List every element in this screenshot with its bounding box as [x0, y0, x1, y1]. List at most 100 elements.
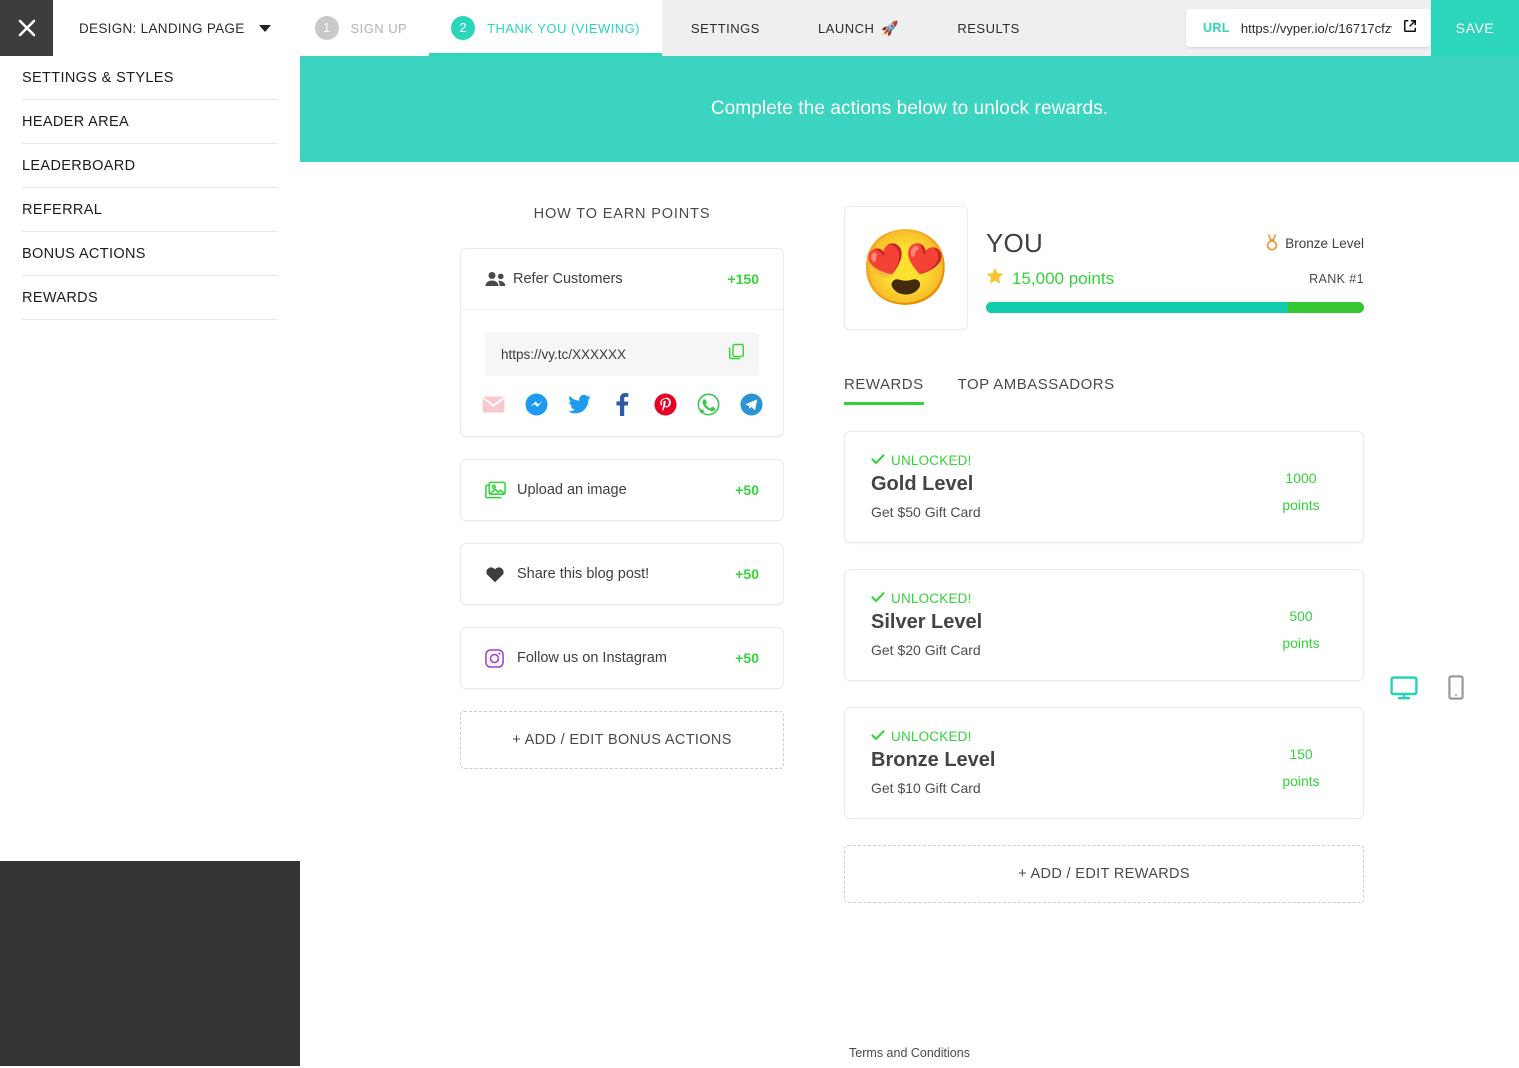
tab-settings-label: SETTINGS	[690, 20, 760, 36]
save-button[interactable]: SAVE	[1431, 0, 1519, 56]
terms-and-conditions-label: Terms and Conditions	[849, 1046, 970, 1060]
reward-points: 1000 points	[1265, 453, 1337, 518]
telegram-icon[interactable]	[739, 393, 763, 416]
sidebar-item-leaderboard[interactable]: LEADERBOARD	[22, 144, 278, 188]
bonus-action-upload-image[interactable]: Upload an image +50	[460, 459, 784, 521]
add-edit-bonus-actions-button[interactable]: + ADD / EDIT BONUS ACTIONS	[460, 711, 784, 769]
how-to-earn-points-title: HOW TO EARN POINTS	[533, 206, 711, 222]
tab-results[interactable]: RESULTS	[928, 0, 1049, 56]
check-icon	[871, 591, 885, 606]
sidebar-item-settings-styles[interactable]: SETTINGS & STYLES	[22, 56, 278, 100]
bonus-action-follow-instagram[interactable]: Follow us on Instagram +50	[460, 627, 784, 689]
people-icon	[485, 271, 513, 287]
facebook-icon[interactable]	[611, 393, 634, 416]
tab-launch[interactable]: LAUNCH 🚀	[789, 0, 928, 56]
step-number: 2	[451, 16, 476, 40]
email-icon[interactable]	[482, 393, 505, 416]
mobile-icon[interactable]	[1448, 675, 1464, 705]
sidebar-item-bonus-actions[interactable]: BONUS ACTIONS	[22, 232, 278, 276]
reward-points-value: 500	[1289, 608, 1313, 624]
whatsapp-icon[interactable]	[697, 393, 720, 416]
bonus-action-label: Share this blog post!	[517, 566, 650, 582]
reward-card-silver[interactable]: UNLOCKED! Silver Level Get $20 Gift Card…	[844, 569, 1364, 681]
profile-rank: RANK #1	[1309, 271, 1364, 286]
tab-rewards-label: REWARDS	[844, 376, 924, 393]
referral-link-field[interactable]: https://vy.tc/XXXXXX	[485, 332, 759, 376]
refer-customers-label: Refer Customers	[513, 271, 623, 287]
sidebar-item-rewards[interactable]: REWARDS	[22, 276, 278, 320]
step-thank-you[interactable]: 2 THANK YOU (VIEWING)	[429, 0, 662, 56]
campaign-url-field[interactable]: URL https://vyper.io/c/16717cfzw	[1186, 9, 1431, 47]
sidebar-item-referral[interactable]: REFERRAL	[22, 188, 278, 232]
external-link-icon[interactable]	[1403, 19, 1417, 38]
heart-icon	[485, 565, 517, 583]
rewards-column: 😍 YOU Bronze Level 15,000 points RANK #1…	[844, 206, 1364, 903]
reward-points-value: 1000	[1285, 470, 1317, 486]
reward-points-unit: points	[1282, 634, 1320, 651]
banner-text: Complete the actions below to unlock rew…	[710, 98, 1109, 119]
tab-top-ambassadors[interactable]: TOP AMBASSADORS	[958, 376, 1115, 405]
tab-results-label: RESULTS	[957, 20, 1020, 36]
reward-subtitle: Get $50 Gift Card	[871, 504, 981, 520]
instagram-icon	[485, 648, 517, 668]
pinterest-icon[interactable]	[653, 393, 677, 416]
refer-customers-points: +150	[727, 271, 759, 287]
design-page-selector[interactable]: DESIGN: LANDING PAGE	[53, 0, 293, 56]
profile-points-label: 15,000 points	[1012, 268, 1115, 288]
reward-status: UNLOCKED!	[871, 729, 1265, 744]
bonus-action-label: Follow us on Instagram	[517, 650, 667, 666]
reward-card-bronze[interactable]: UNLOCKED! Bronze Level Get $10 Gift Card…	[844, 707, 1364, 819]
bonus-action-points: +50	[735, 650, 759, 666]
close-button[interactable]	[0, 0, 53, 56]
tab-settings[interactable]: SETTINGS	[662, 0, 789, 56]
profile-level: Bronze Level	[1265, 233, 1364, 254]
twitter-icon[interactable]	[567, 393, 591, 416]
profile-name: YOU	[986, 228, 1043, 258]
sidebar-item-label: SETTINGS & STYLES	[22, 69, 174, 86]
terms-and-conditions-link[interactable]: Terms and Conditions	[300, 1046, 1519, 1060]
reward-status-label: UNLOCKED!	[891, 591, 972, 606]
tab-rewards[interactable]: REWARDS	[844, 376, 924, 405]
desktop-icon[interactable]	[1390, 675, 1418, 705]
sidebar: SETTINGS & STYLES HEADER AREA LEADERBOAR…	[0, 56, 300, 1068]
bonus-action-points: +50	[735, 482, 759, 498]
reward-card-gold[interactable]: UNLOCKED! Gold Level Get $50 Gift Card 1…	[844, 431, 1364, 543]
reward-status: UNLOCKED!	[871, 453, 1265, 468]
star-icon	[986, 267, 1004, 290]
messenger-icon[interactable]	[524, 393, 548, 416]
steps-nav: 1 SIGN UP 2 THANK YOU (VIEWING)	[293, 0, 662, 56]
reward-status-label: UNLOCKED!	[891, 453, 972, 468]
preview-body: HOW TO EARN POINTS Refer Customers +150 …	[300, 162, 1519, 1068]
bonus-action-share-blog-post[interactable]: Share this blog post! +50	[460, 543, 784, 605]
add-edit-rewards-label: + ADD / EDIT REWARDS	[1018, 866, 1190, 882]
profile-level-label: Bronze Level	[1285, 236, 1364, 251]
check-icon	[871, 453, 885, 468]
device-preview-toggle	[1390, 675, 1464, 705]
avatar-emoji: 😍	[859, 226, 953, 309]
check-icon	[871, 729, 885, 744]
save-button-label: SAVE	[1455, 20, 1495, 36]
image-icon	[485, 481, 517, 499]
step-label: THANK YOU (VIEWING)	[487, 20, 640, 36]
bonus-action-points: +50	[735, 566, 759, 582]
profile-card: 😍 YOU Bronze Level 15,000 points RANK #1	[844, 206, 1364, 330]
refer-customers-card: Refer Customers +150 https://vy.tc/XXXXX…	[460, 248, 784, 437]
step-number: 1	[314, 16, 339, 40]
avatar: 😍	[844, 206, 968, 330]
copy-icon[interactable]	[728, 343, 745, 365]
reward-title: Bronze Level	[871, 749, 996, 771]
rocket-icon: 🚀	[881, 19, 900, 36]
add-edit-bonus-actions-label: + ADD / EDIT BONUS ACTIONS	[512, 732, 732, 748]
tab-launch-label: LAUNCH	[817, 20, 875, 36]
sidebar-item-label: REWARDS	[22, 289, 99, 306]
top-bar: DESIGN: LANDING PAGE 1 SIGN UP 2 THANK Y…	[0, 0, 1519, 56]
sidebar-dark-panel	[0, 861, 300, 1066]
step-sign-up[interactable]: 1 SIGN UP	[293, 0, 430, 56]
tab-top-ambassadors-label: TOP AMBASSADORS	[957, 376, 1115, 393]
refer-customers-header: Refer Customers +150	[461, 249, 783, 310]
add-edit-rewards-button[interactable]: + ADD / EDIT REWARDS	[844, 845, 1364, 903]
reward-points: 150 points	[1265, 729, 1337, 794]
preview-banner: Complete the actions below to unlock rew…	[300, 56, 1519, 162]
sidebar-item-header-area[interactable]: HEADER AREA	[22, 100, 278, 144]
reward-points: 500 points	[1265, 591, 1337, 656]
